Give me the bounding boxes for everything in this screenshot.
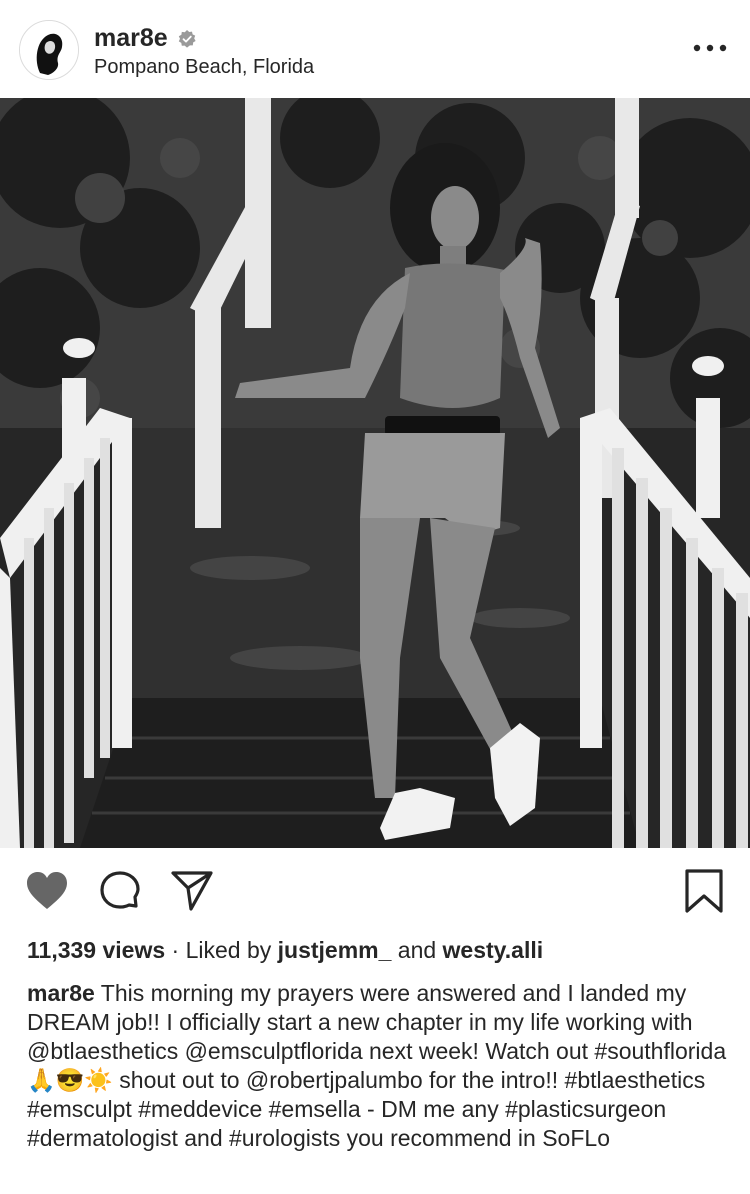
bookmark-icon[interactable] [684,868,724,914]
post-video[interactable] [0,98,750,848]
liked-user-1[interactable]: justjemm_ [278,937,392,963]
liked-user-2[interactable]: westy.alli [443,937,544,963]
avatar[interactable] [19,20,79,80]
post-caption: mar8e This morning my prayers were answe… [27,979,737,1153]
liked-by-prefix: · Liked by [171,937,278,963]
engagement-summary: 11,339 views · Liked by justjemm_ and we… [27,937,543,964]
caption-text: This morning my prayers were answered an… [27,980,727,1151]
verified-badge-icon [178,29,196,48]
post-location[interactable]: Pompano Beach, Florida [94,56,314,79]
more-options-icon[interactable] [692,38,728,58]
comment-icon[interactable] [98,870,142,914]
username[interactable]: mar8e [94,24,168,53]
caption-username[interactable]: mar8e [27,980,95,1006]
liked-and: and [397,937,437,963]
share-icon[interactable] [170,870,214,912]
post-actions [0,848,750,938]
heart-icon[interactable] [25,870,69,912]
post-header: mar8e Pompano Beach, Florida [0,0,750,98]
view-count[interactable]: 11,339 views [27,937,165,963]
